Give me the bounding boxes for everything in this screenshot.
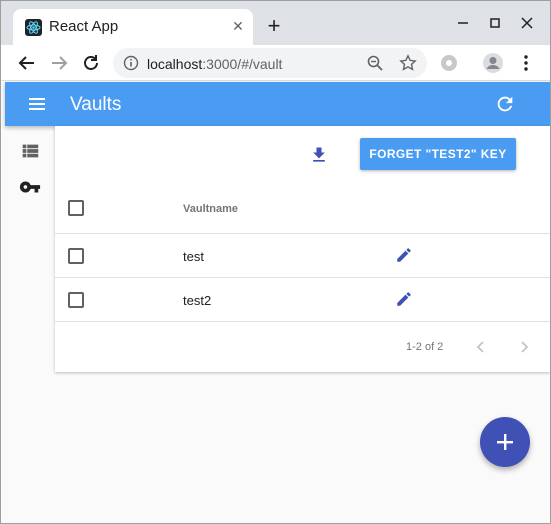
maximize-icon[interactable] <box>485 13 505 33</box>
forward-icon[interactable] <box>47 51 71 75</box>
table-cell-vaultname: test <box>183 249 204 264</box>
row-divider <box>55 321 550 322</box>
browser-tab[interactable]: React App ✕ <box>13 9 253 45</box>
info-icon[interactable] <box>123 55 139 71</box>
profile-avatar-icon[interactable] <box>481 51 505 75</box>
minimize-icon[interactable] <box>453 13 473 33</box>
plus-icon <box>497 434 513 450</box>
download-icon[interactable] <box>309 144 329 166</box>
tab-close-icon[interactable]: ✕ <box>229 17 247 35</box>
refresh-icon[interactable] <box>494 93 516 115</box>
react-logo-icon <box>25 19 42 36</box>
previous-page-icon[interactable] <box>471 337 491 357</box>
app-bar: Vaults <box>5 82 550 126</box>
address-bar[interactable]: localhost:3000/#/vault <box>113 48 427 78</box>
reload-icon[interactable] <box>79 51 103 75</box>
edit-icon[interactable] <box>395 290 413 308</box>
url-text: localhost:3000/#/vault <box>147 56 282 72</box>
forget-key-button[interactable]: FORGET "TEST2" KEY <box>360 138 516 170</box>
select-all-checkbox[interactable] <box>68 200 84 216</box>
row-divider <box>55 277 550 278</box>
browser-toolbar: localhost:3000/#/vault <box>1 45 550 81</box>
add-vault-button[interactable] <box>480 417 530 467</box>
vaults-card: FORGET "TEST2" KEY Vaultname test test2 … <box>55 126 550 372</box>
bookmark-star-icon[interactable] <box>399 54 417 72</box>
key-icon[interactable] <box>19 176 41 198</box>
browser-tabstrip: React App ✕ + <box>1 1 550 45</box>
menu-icon[interactable] <box>27 94 47 114</box>
page-title: Vaults <box>70 94 122 115</box>
browser-menu-icon[interactable] <box>514 51 538 75</box>
pagination-label: 1-2 of 2 <box>406 341 444 353</box>
new-tab-icon[interactable]: + <box>263 15 285 37</box>
column-header-vaultname[interactable]: Vaultname <box>183 203 238 215</box>
extension-icon[interactable] <box>437 51 461 75</box>
row-divider <box>55 233 550 234</box>
tab-title: React App <box>49 18 119 35</box>
browser-window: React App ✕ + localhost:3000/#/vault Vau… <box>0 0 551 524</box>
row-checkbox[interactable] <box>68 248 84 264</box>
url-path: :3000/#/vault <box>202 56 283 72</box>
back-icon[interactable] <box>15 51 39 75</box>
vault-list-icon[interactable] <box>19 140 41 162</box>
next-page-icon[interactable] <box>514 337 534 357</box>
table-cell-vaultname: test2 <box>183 293 212 308</box>
edit-icon[interactable] <box>395 246 413 264</box>
url-host: localhost <box>147 56 203 72</box>
close-window-icon[interactable] <box>517 13 537 33</box>
row-checkbox[interactable] <box>68 292 84 308</box>
zoom-icon[interactable] <box>366 54 384 72</box>
